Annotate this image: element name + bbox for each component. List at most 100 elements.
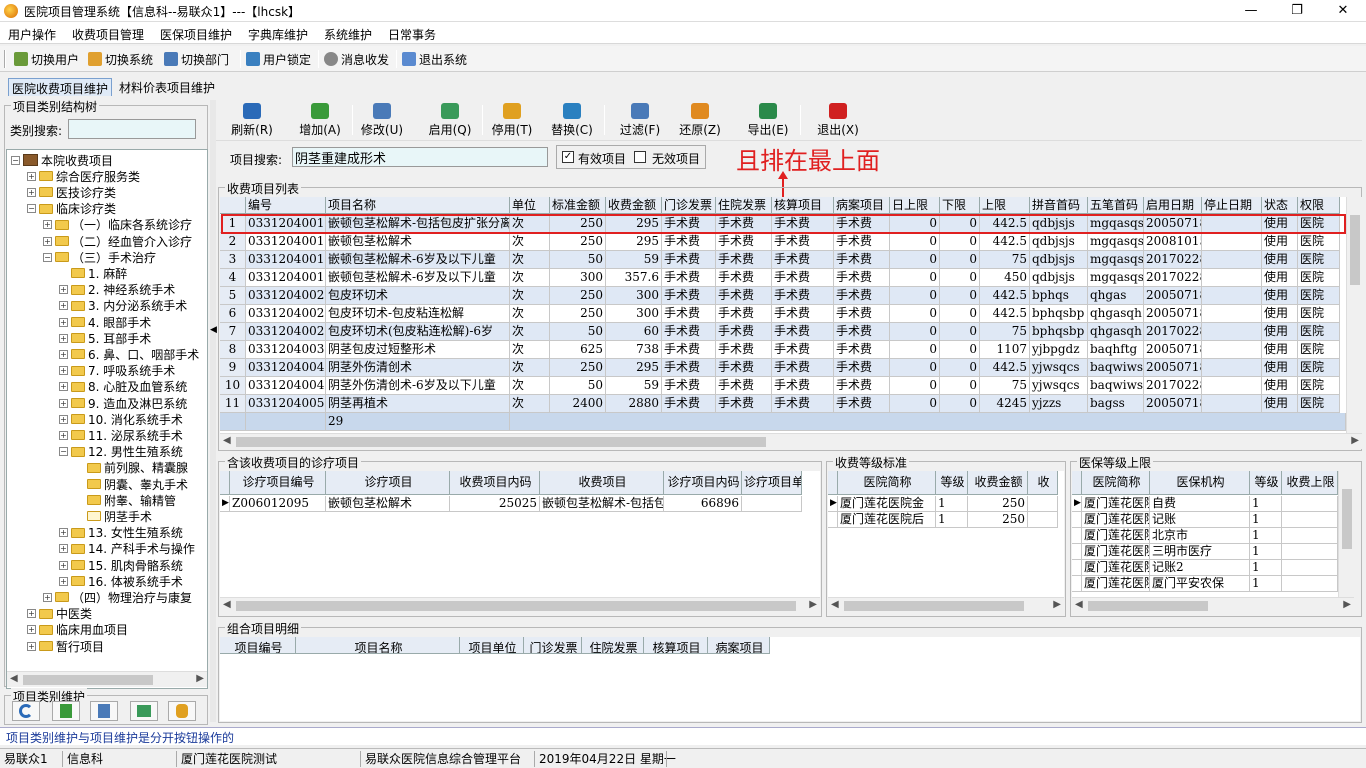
fee-standard-hscroll[interactable]: ◀ ▶	[828, 597, 1064, 613]
disable-button[interactable]: 停用(T)	[484, 103, 540, 141]
insurance-vscroll[interactable]	[1338, 471, 1354, 597]
close-button[interactable]: ✕	[1320, 0, 1366, 22]
switch-user-button[interactable]: 切换用户	[14, 50, 79, 68]
collapse-icon[interactable]: −	[43, 252, 52, 262]
column-header[interactable]: 诊疗项目编号	[230, 471, 326, 494]
column-header[interactable]: 住院发票	[582, 637, 644, 653]
column-header[interactable]: 状态	[1262, 197, 1298, 213]
category-tree[interactable]: − 本院收费项目 + 综合医疗服务类 + 医技诊疗类 − 临床诊疗类 + （一）临床各系统诊疗 + （…	[6, 149, 208, 689]
table-row[interactable]: ▶ 厦门莲花医院 自费 1	[1072, 496, 1338, 512]
column-header[interactable]: 门诊发票	[662, 197, 716, 213]
column-header[interactable]: 日上限	[890, 197, 940, 213]
column-header[interactable]: 收费金额	[606, 197, 662, 213]
scroll-left-icon[interactable]: ◀	[10, 673, 18, 684]
expand-icon[interactable]: +	[59, 430, 68, 440]
expand-icon[interactable]: +	[59, 382, 68, 392]
scroll-left-icon[interactable]: ◀	[223, 435, 231, 446]
tree-node[interactable]: + 临床用血项目	[27, 622, 128, 638]
table-row[interactable]: 6 03312040020 包皮环切术-包皮粘连松解次 250 300 手术费 手术费 手术费…	[220, 305, 1340, 323]
tree-node[interactable]: + （四）物理治疗与康复	[43, 589, 192, 605]
exit-button[interactable]: 退出(X)	[810, 103, 866, 141]
insurance-grid[interactable]: 医院简称 医保机构 等级 收费上限 ▶ 厦门莲花医院 自费 1 厦门莲花医院 记账 1 厦门莲花医院…	[1072, 471, 1338, 597]
expand-icon[interactable]: +	[59, 414, 68, 424]
fee-list-hscroll[interactable]: ◀ ▶	[220, 433, 1362, 449]
table-row[interactable]: 8 03312040030 阴茎包皮过短整形术次 625 738 手术费 手术费 手术费 手术费…	[220, 341, 1340, 359]
tab-material-price-maintenance[interactable]: 材料价表项目维护	[116, 78, 218, 96]
column-header[interactable]: 编号	[246, 197, 326, 213]
expand-icon[interactable]: +	[59, 285, 68, 295]
column-header[interactable]: 病案项目	[708, 637, 770, 653]
column-header[interactable]: 诊疗项目内码	[664, 471, 742, 494]
scroll-thumb[interactable]	[236, 601, 796, 611]
switch-dept-button[interactable]: 切换部门	[164, 50, 229, 68]
tree-node[interactable]: 附睾、输精管	[75, 492, 176, 508]
tree-node[interactable]: +16. 体被系统手术	[59, 573, 183, 589]
column-header[interactable]: 五笔首码	[1088, 197, 1144, 213]
tree-node[interactable]: + （一）临床各系统诊疗	[43, 217, 192, 233]
table-row[interactable]: 11 03312040050 阴茎再植术次 2400 2880 手术费 手术费 手术费 手术费 0…	[220, 395, 1340, 413]
table-row[interactable]: ▶ Z006012095 嵌顿包茎松解术 25025 嵌顿包茎松解术-包括包 66896	[220, 496, 802, 512]
expand-icon[interactable]: +	[59, 301, 68, 311]
collapse-icon[interactable]: −	[27, 204, 36, 214]
cat-add-button[interactable]	[52, 701, 80, 721]
tab-fee-item-maintenance[interactable]: 医院收费项目维护	[8, 78, 113, 96]
column-header[interactable]: 单位	[510, 197, 550, 213]
column-header[interactable]: 住院发票	[716, 197, 772, 213]
expand-icon[interactable]: +	[43, 592, 52, 602]
column-header[interactable]: 下限	[940, 197, 980, 213]
expand-icon[interactable]: +	[59, 398, 68, 408]
table-row[interactable]: 10 03312040040 阴茎外伤清创术-6岁及以下儿童次 50 59 手术费 手术费手…	[220, 377, 1340, 395]
exit-system-button[interactable]: 退出系统	[402, 50, 467, 68]
scroll-thumb[interactable]	[844, 601, 1024, 611]
expand-icon[interactable]: +	[59, 349, 68, 359]
column-header[interactable]: 项目编号	[220, 637, 296, 653]
table-row[interactable]: 4 03312040010 嵌顿包茎松解术-6岁及以下儿童次 300 357.6 手术费手…	[220, 269, 1340, 287]
scroll-thumb[interactable]	[236, 437, 766, 447]
messages-button[interactable]: 消息收发	[324, 50, 389, 68]
expand-icon[interactable]: +	[59, 560, 68, 570]
menu-insurance-items[interactable]: 医保项目维护	[160, 26, 232, 43]
cat-disable-button[interactable]	[168, 701, 196, 721]
table-row[interactable]: 厦门莲花医院 北京市 1	[1072, 528, 1338, 544]
tree-node[interactable]: 1. 麻醉	[59, 265, 127, 281]
column-header[interactable]: 上限	[980, 197, 1030, 213]
table-row[interactable]: 厦门莲花医院后 1 250	[828, 512, 1058, 528]
enable-button[interactable]: 启用(Q)	[422, 103, 478, 141]
tree-node[interactable]: +8. 心脏及血管系统	[59, 379, 187, 395]
fee-standard-grid[interactable]: 医院简称 等级 收费金额收 ▶ 厦门莲花医院金 1 250 厦门莲花医院后 1 250	[828, 471, 1064, 597]
table-row[interactable]: 3 03312040010 嵌顿包茎松解术-6岁及以下儿童次 50 59 手术费 手术费 手术…	[220, 251, 1340, 269]
table-row[interactable]: 5 03312040020 包皮环切术次 250 300 手术费 手术费 手术费 手术费 0 0 44…	[220, 287, 1340, 305]
tree-node[interactable]: + 医技诊疗类	[27, 184, 116, 200]
menu-user-ops[interactable]: 用户操作	[8, 26, 56, 43]
tree-node[interactable]: +6. 鼻、口、咽部手术	[59, 346, 199, 362]
export-button[interactable]: 导出(E)	[740, 103, 796, 141]
expand-icon[interactable]: +	[27, 187, 36, 197]
scroll-right-icon[interactable]: ▶	[1053, 599, 1061, 610]
expand-icon[interactable]: +	[59, 366, 68, 376]
tree-node[interactable]: +10. 消化系统手术	[59, 411, 183, 427]
column-header[interactable]: 收费上限	[1282, 471, 1338, 494]
column-header[interactable]: 门诊发票	[524, 637, 582, 653]
menu-fee-items[interactable]: 收费项目管理	[72, 26, 144, 43]
column-header[interactable]: 拼音首码	[1030, 197, 1088, 213]
table-row[interactable]: 厦门莲花医院 记账 1	[1072, 512, 1338, 528]
tree-node[interactable]: − 本院收费项目	[11, 152, 113, 168]
tree-hscroll[interactable]: ◀ ▶	[7, 671, 207, 687]
column-header[interactable]: 等级	[936, 471, 968, 494]
column-header[interactable]: 启用日期	[1144, 197, 1202, 213]
expand-icon[interactable]: +	[27, 171, 36, 181]
scroll-thumb[interactable]	[23, 675, 153, 685]
expand-icon[interactable]: +	[27, 625, 36, 635]
column-header[interactable]: 核算项目	[772, 197, 834, 213]
tree-node[interactable]: +13. 女性生殖系统	[59, 525, 183, 541]
column-header[interactable]: 医院简称	[1082, 471, 1150, 494]
tree-node[interactable]: + 中医类	[27, 606, 92, 622]
cat-refresh-button[interactable]	[12, 701, 40, 721]
tree-node[interactable]: 阴囊、睾丸手术	[75, 476, 188, 492]
scroll-left-icon[interactable]: ◀	[223, 599, 231, 610]
add-button[interactable]: 增加(A)	[292, 103, 348, 141]
replace-button[interactable]: 替换(C)	[544, 103, 600, 141]
column-header[interactable]: 标准金额	[550, 197, 606, 213]
scroll-right-icon[interactable]: ▶	[809, 599, 817, 610]
tree-node[interactable]: +9. 造血及淋巴系统	[59, 395, 187, 411]
